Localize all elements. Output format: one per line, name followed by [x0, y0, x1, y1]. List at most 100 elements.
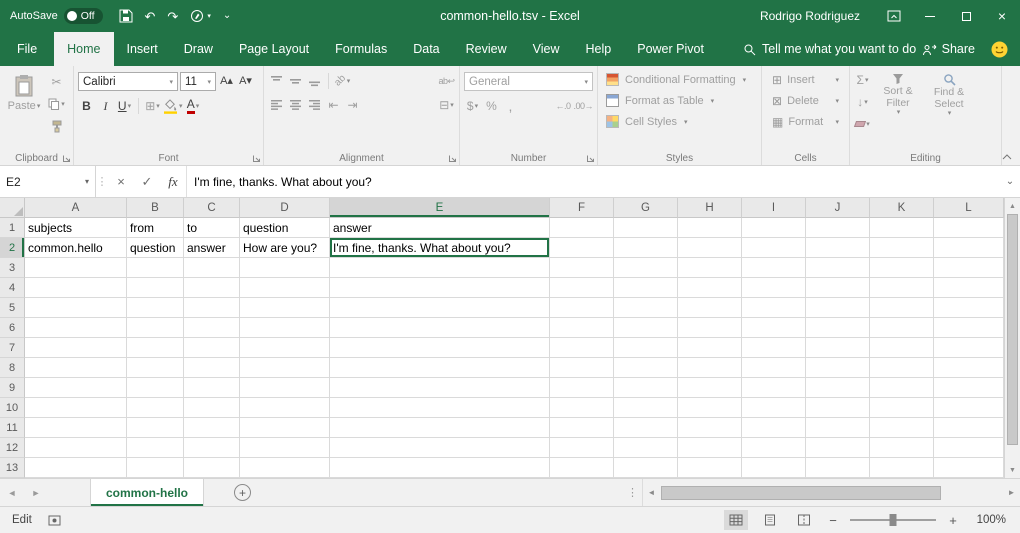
sheet-nav-left-icon[interactable]: ◄ [0, 479, 24, 506]
cell-K2[interactable] [870, 238, 934, 258]
cell-E13[interactable] [330, 458, 550, 478]
cell-J7[interactable] [806, 338, 870, 358]
row-header-11[interactable]: 11 [0, 418, 25, 438]
cell-D8[interactable] [240, 358, 330, 378]
new-sheet-button[interactable]: + [234, 484, 251, 501]
cell-C4[interactable] [184, 278, 240, 298]
column-header-C[interactable]: C [184, 198, 240, 218]
cell-C2[interactable]: answer [184, 238, 240, 258]
cell-E5[interactable] [330, 298, 550, 318]
cell-L9[interactable] [934, 378, 1004, 398]
cell-L4[interactable] [934, 278, 1004, 298]
column-header-F[interactable]: F [550, 198, 614, 218]
cell-A6[interactable] [25, 318, 127, 338]
cell-A13[interactable] [25, 458, 127, 478]
number-dialog-launcher[interactable] [586, 154, 595, 163]
cell-B5[interactable] [127, 298, 184, 318]
cell-A9[interactable] [25, 378, 127, 398]
cell-C6[interactable] [184, 318, 240, 338]
cell-B7[interactable] [127, 338, 184, 358]
tab-insert[interactable]: Insert [114, 32, 171, 66]
collapse-ribbon-button[interactable] [1002, 154, 1012, 160]
font-dialog-launcher[interactable] [252, 154, 261, 163]
cell-F8[interactable] [550, 358, 614, 378]
vertical-scroll-thumb[interactable] [1007, 214, 1018, 445]
cell-F13[interactable] [550, 458, 614, 478]
cell-A7[interactable] [25, 338, 127, 358]
cell-A3[interactable] [25, 258, 127, 278]
cell-D9[interactable] [240, 378, 330, 398]
cell-C7[interactable] [184, 338, 240, 358]
cell-H7[interactable] [678, 338, 742, 358]
cell-E9[interactable] [330, 378, 550, 398]
touch-mode-button[interactable]: ▾ [190, 9, 211, 23]
tab-data[interactable]: Data [400, 32, 452, 66]
cell-C10[interactable] [184, 398, 240, 418]
cell-G7[interactable] [614, 338, 678, 358]
cell-K10[interactable] [870, 398, 934, 418]
zoom-level[interactable]: 100% [970, 514, 1006, 526]
tab-view[interactable]: View [520, 32, 573, 66]
cell-F2[interactable] [550, 238, 614, 258]
cell-J6[interactable] [806, 318, 870, 338]
insert-cells-button[interactable]: ⊞ Insert ▾ [766, 69, 845, 90]
tell-me-search[interactable]: Tell me what you want to do [743, 32, 916, 66]
cell-H10[interactable] [678, 398, 742, 418]
cell-J13[interactable] [806, 458, 870, 478]
cell-E2[interactable]: I'm fine, thanks. What about you? [330, 238, 550, 258]
cell-L6[interactable] [934, 318, 1004, 338]
cell-F5[interactable] [550, 298, 614, 318]
cell-I8[interactable] [742, 358, 806, 378]
cell-I11[interactable] [742, 418, 806, 438]
cell-J11[interactable] [806, 418, 870, 438]
accounting-format-button[interactable]: $▾ [464, 97, 481, 115]
zoom-slider-thumb[interactable] [890, 514, 897, 526]
select-all-corner[interactable] [0, 198, 25, 218]
cell-H1[interactable] [678, 218, 742, 238]
hscroll-left-icon[interactable]: ◄ [643, 479, 660, 506]
align-middle-button[interactable] [287, 72, 304, 90]
sheetbar-splitter[interactable]: ⋮ [623, 479, 642, 506]
cell-I2[interactable] [742, 238, 806, 258]
cell-I1[interactable] [742, 218, 806, 238]
redo-button[interactable]: ↷ [167, 10, 178, 23]
cell-H12[interactable] [678, 438, 742, 458]
cell-E8[interactable] [330, 358, 550, 378]
cell-J5[interactable] [806, 298, 870, 318]
cell-D12[interactable] [240, 438, 330, 458]
wrap-text-button[interactable]: ab↩ [438, 72, 455, 90]
increase-indent-button[interactable]: ⇥ [344, 96, 361, 114]
fill-button[interactable]: ↓▾ [854, 93, 871, 111]
zoom-out-button[interactable]: − [826, 513, 840, 528]
share-button[interactable]: Share [922, 32, 975, 66]
cell-I6[interactable] [742, 318, 806, 338]
row-header-12[interactable]: 12 [0, 438, 25, 458]
cell-B13[interactable] [127, 458, 184, 478]
minimize-button[interactable] [912, 0, 948, 32]
cell-J9[interactable] [806, 378, 870, 398]
find-select-button[interactable]: Find & Select ▾ [925, 71, 973, 133]
cell-E12[interactable] [330, 438, 550, 458]
cell-J12[interactable] [806, 438, 870, 458]
cell-B6[interactable] [127, 318, 184, 338]
cell-G4[interactable] [614, 278, 678, 298]
cell-K3[interactable] [870, 258, 934, 278]
cell-J3[interactable] [806, 258, 870, 278]
cell-C1[interactable]: to [184, 218, 240, 238]
cell-D4[interactable] [240, 278, 330, 298]
insert-function-button[interactable]: fx [160, 166, 186, 197]
autosave-switch[interactable]: Off [64, 8, 103, 24]
percent-style-button[interactable]: % [483, 97, 500, 115]
cell-K5[interactable] [870, 298, 934, 318]
align-center-button[interactable] [287, 96, 304, 114]
cell-G2[interactable] [614, 238, 678, 258]
conditional-formatting-button[interactable]: Conditional Formatting ▾ [602, 69, 757, 90]
row-header-7[interactable]: 7 [0, 338, 25, 358]
cell-G6[interactable] [614, 318, 678, 338]
cell-H9[interactable] [678, 378, 742, 398]
cell-C3[interactable] [184, 258, 240, 278]
column-header-E[interactable]: E [330, 198, 550, 218]
cell-F11[interactable] [550, 418, 614, 438]
cell-J10[interactable] [806, 398, 870, 418]
save-button[interactable] [119, 9, 133, 23]
